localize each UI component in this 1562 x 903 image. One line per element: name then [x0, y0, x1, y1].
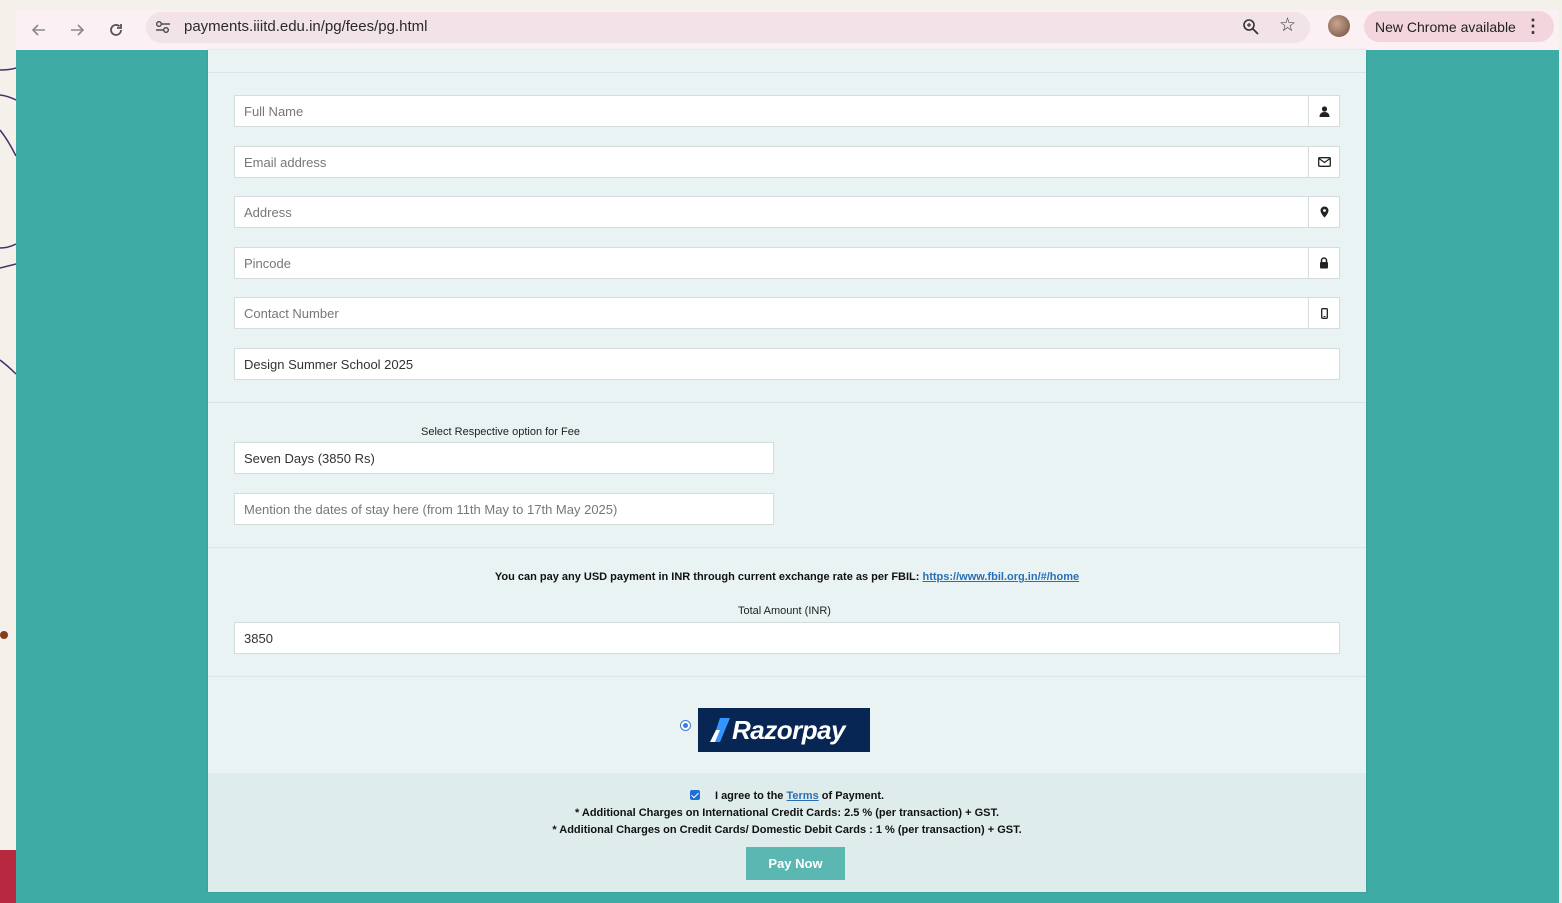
fee-option-select[interactable]: Seven Days (3850 Rs): [234, 442, 774, 474]
fbil-note-text: You can pay any USD payment in INR throu…: [494, 571, 920, 583]
desktop-background: [0, 0, 16, 903]
forward-arrow-icon[interactable]: [66, 19, 88, 41]
envelope-icon: [1308, 147, 1339, 177]
zoom-magnifier-icon[interactable]: [1242, 18, 1260, 36]
agree-checkbox[interactable]: [689, 790, 700, 800]
agree-suffix: of Payment.: [821, 790, 885, 802]
back-arrow-icon[interactable]: [28, 19, 50, 41]
bookmark-star-icon[interactable]: ☆: [1279, 16, 1296, 36]
terms-link[interactable]: Terms: [786, 790, 818, 802]
browser-window: payments.iiitd.edu.in/pg/fees/pg.html ☆ …: [16, 10, 1559, 903]
update-label: New Chrome available: [1375, 18, 1516, 35]
address-field[interactable]: Address: [234, 196, 1340, 228]
lock-icon: [1308, 248, 1339, 278]
pay-now-button[interactable]: Pay Now: [746, 847, 845, 880]
stay-dates-placeholder: Mention the dates of stay here (from 11t…: [244, 501, 618, 517]
full-name-placeholder: Full Name: [244, 103, 304, 119]
divider: [208, 72, 1366, 73]
background-decoration-block: [0, 850, 16, 903]
total-amount-value: 3850: [244, 630, 273, 646]
program-value: Design Summer School 2025: [244, 356, 414, 372]
pincode-placeholder: Pincode: [244, 255, 291, 271]
stay-dates-field[interactable]: Mention the dates of stay here (from 11t…: [234, 493, 774, 525]
razorpay-radio[interactable]: [680, 720, 691, 731]
divider: [208, 402, 1366, 403]
map-marker-icon: [1308, 197, 1339, 227]
more-menu-icon[interactable]: ⋮: [1524, 16, 1542, 36]
address-placeholder: Address: [244, 204, 292, 220]
total-amount-label: Total Amount (INR): [738, 605, 831, 617]
profile-avatar[interactable]: [1328, 15, 1350, 37]
total-amount-field[interactable]: 3850: [234, 622, 1340, 654]
program-name-field[interactable]: Design Summer School 2025: [234, 348, 1340, 380]
razorpay-wordmark: Razorpay: [732, 715, 846, 745]
fee-option-value: Seven Days (3850 Rs): [244, 450, 375, 466]
mobile-phone-icon: [1308, 298, 1339, 328]
email-field[interactable]: Email address: [234, 146, 1340, 178]
reload-icon[interactable]: [105, 19, 127, 41]
new-chrome-available-button[interactable]: New Chrome available ⋮: [1364, 11, 1554, 42]
fbil-exchange-note: You can pay any USD payment in INR throu…: [208, 571, 1366, 583]
international-charge-note: * Additional Charges on International Cr…: [574, 807, 1000, 819]
url-text[interactable]: payments.iiitd.edu.in/pg/fees/pg.html: [184, 18, 427, 35]
agree-prefix: I agree to the: [714, 790, 784, 802]
razorpay-mark-icon: [708, 716, 732, 744]
fee-option-label: Select Respective option for Fee: [421, 426, 580, 438]
divider: [208, 547, 1366, 548]
terms-footer: I agree to the Terms of Payment. * Addit…: [208, 773, 1366, 892]
divider: [208, 676, 1366, 677]
pincode-field[interactable]: Pincode: [234, 247, 1340, 279]
browser-toolbar: payments.iiitd.edu.in/pg/fees/pg.html ☆ …: [16, 10, 1559, 50]
domestic-charge-note: * Additional Charges on Credit Cards/ Do…: [552, 824, 1022, 836]
agree-terms-line: I agree to the Terms of Payment.: [208, 790, 1366, 802]
contact-number-field[interactable]: Contact Number: [234, 297, 1340, 329]
fbil-link[interactable]: https://www.fbil.org.in/#/home: [923, 571, 1080, 583]
full-name-field[interactable]: Full Name: [234, 95, 1340, 127]
email-placeholder: Email address: [244, 154, 327, 170]
address-bar[interactable]: payments.iiitd.edu.in/pg/fees/pg.html ☆: [146, 12, 1310, 43]
background-decoration: [0, 67, 16, 639]
razorpay-logo[interactable]: Razorpay: [698, 708, 870, 752]
payment-form-card: Full Name Email address Address Pincode: [208, 50, 1366, 892]
user-icon: [1308, 96, 1339, 126]
site-settings-icon[interactable]: [154, 19, 172, 35]
contact-placeholder: Contact Number: [244, 305, 339, 321]
